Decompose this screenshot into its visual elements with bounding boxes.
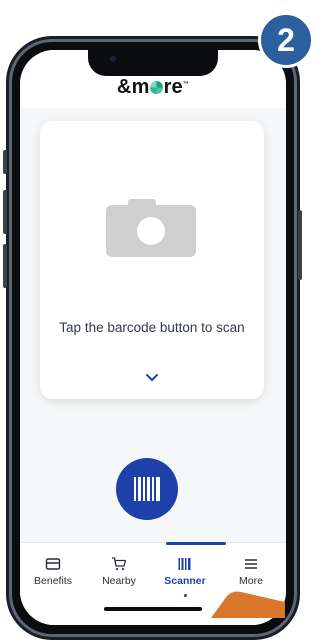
volume-up-button: [3, 190, 7, 234]
chevron-down-icon[interactable]: [143, 371, 161, 383]
logo-text-start: &m: [116, 76, 150, 98]
logo-trademark: ™: [182, 81, 190, 88]
barcode-icon: [134, 477, 160, 501]
cart-icon: [112, 557, 127, 571]
active-tab-dot: [184, 594, 187, 597]
front-camera: [110, 56, 116, 62]
nav-label-benefits: Benefits: [34, 575, 72, 587]
scan-instruction: Tap the barcode button to scan: [59, 320, 245, 335]
volume-down-button: [3, 244, 7, 288]
camera-icon: [106, 199, 196, 257]
logo-text-end: re: [163, 76, 183, 98]
home-indicator[interactable]: [104, 607, 202, 611]
scanner-card: Tap the barcode button to scan: [40, 121, 264, 399]
nav-label-scanner: Scanner: [164, 575, 206, 587]
barcode-scan-button[interactable]: [116, 458, 178, 520]
phone-notch: [88, 50, 218, 76]
pointer-arrow-icon: [211, 591, 285, 618]
card-icon: [45, 558, 61, 570]
nav-label-nearby: Nearby: [102, 575, 136, 587]
barcode-icon: [178, 558, 191, 570]
nav-item-nearby[interactable]: Nearby: [86, 543, 152, 603]
logo-o-mark: [150, 81, 164, 94]
active-tab-indicator: [166, 542, 226, 545]
nav-label-more: More: [239, 575, 263, 587]
nav-item-benefits[interactable]: Benefits: [20, 543, 86, 603]
menu-icon: [245, 559, 257, 569]
step-number-badge: 2: [258, 12, 314, 68]
app-logo: &m re™: [20, 76, 286, 99]
power-button: [298, 210, 302, 280]
silent-switch: [3, 150, 7, 174]
phone-screen: &m re™ Tap the barcode button to scan Be…: [20, 50, 286, 625]
